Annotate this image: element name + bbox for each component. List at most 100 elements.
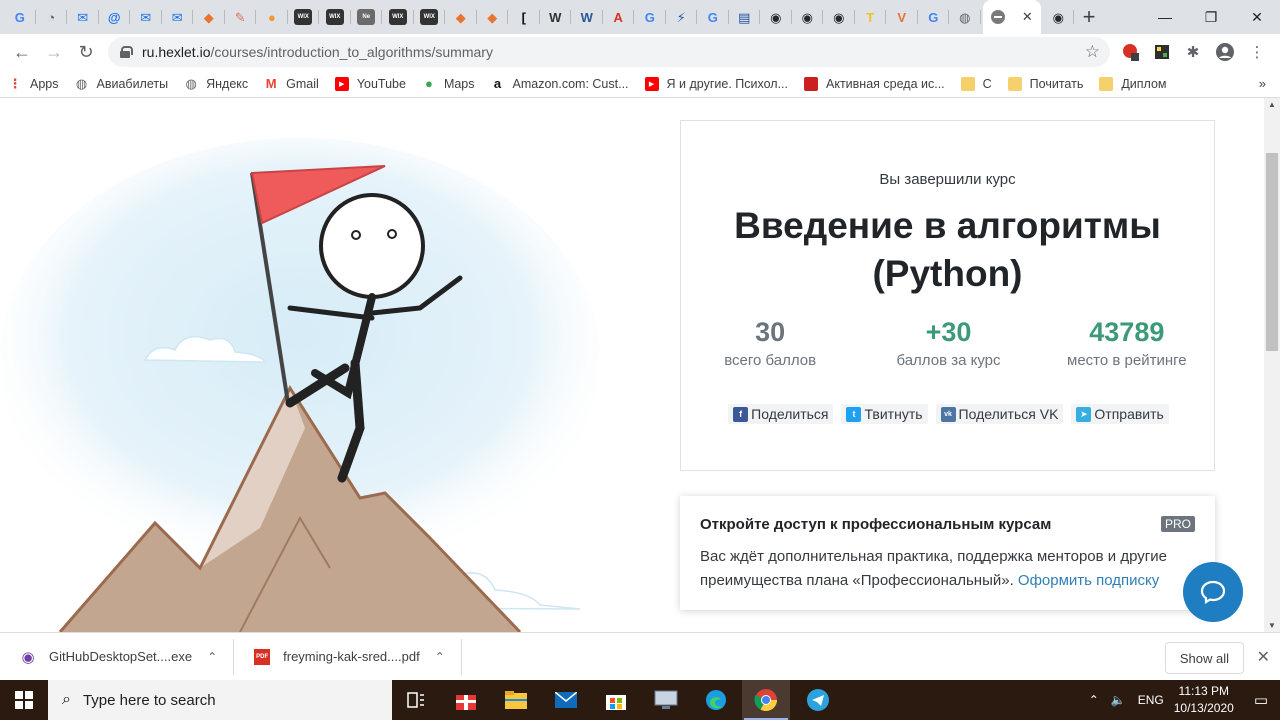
tab-30[interactable]: G [918,0,950,34]
tab-19[interactable]: W [571,0,603,34]
page-scrollbar[interactable]: ▲ ▼ [1264,98,1280,632]
download-item[interactable]: ◉ GitHubDesktopSet....exe ⌃ [0,633,235,681]
tray-chevron-icon[interactable]: ⌃ [1089,693,1099,707]
notifications-icon[interactable]: ▭ [1254,691,1268,709]
chevron-up-icon[interactable]: ⌃ [435,650,445,664]
edge-browser-icon[interactable] [692,680,740,720]
close-tab-icon[interactable]: ✕ [1022,9,1033,25]
store-icon[interactable] [592,680,640,720]
new-tab-button[interactable]: + [1074,0,1104,34]
tab-12[interactable]: Ne [351,0,383,34]
bookmark-item[interactable]: ● Maps [414,70,483,98]
gift-app-icon[interactable] [442,680,490,720]
share-button[interactable]: vk Поделиться VK [935,404,1064,424]
clock[interactable]: 11:13 PM 10/13/2020 [1174,683,1234,717]
pro-title: Откройте доступ к профессиональным курса… [700,516,1052,533]
tab-6[interactable]: ✉ [162,0,194,34]
tab-20[interactable]: A [603,0,635,34]
profile-avatar-icon[interactable] [1214,41,1236,63]
reload-button[interactable]: ↻ [70,36,102,68]
bookmark-star-icon[interactable]: ☆ [1085,42,1100,62]
tab-28[interactable]: T [855,0,887,34]
scrollbar-thumb[interactable] [1266,153,1278,351]
taskbar-search-box[interactable]: ⌕ Type here to search [48,680,392,720]
bookmark-item[interactable]: a Amazon.com: Cust... [483,70,637,98]
tab-5[interactable]: ✉ [130,0,162,34]
close-downloads-icon[interactable]: ✕ [1257,647,1270,667]
tab-8[interactable]: ✎ [225,0,257,34]
tab-active[interactable]: ✕ [982,0,1041,34]
address-bar[interactable]: ru.hexlet.io/courses/introduction_to_alg… [108,37,1110,67]
tab-29[interactable]: V [886,0,918,34]
maximize-button[interactable]: ❐ [1188,0,1234,34]
tab-25[interactable]: ◉ [760,0,792,34]
scroll-up-icon[interactable]: ▲ [1268,100,1276,109]
support-chat-button[interactable] [1183,562,1243,622]
scroll-down-icon[interactable]: ▼ [1268,621,1276,630]
show-all-downloads-button[interactable]: Show all [1164,642,1244,674]
globe-icon: ◍ [959,9,971,25]
download-item[interactable]: PDF freyming-kak-sred....pdf ⌃ [234,633,462,681]
telegram-taskbar-icon[interactable] [794,680,842,720]
file-explorer-icon[interactable] [492,680,540,720]
bookmark-item[interactable]: С [953,70,1000,98]
tab-16[interactable]: ◆ [477,0,509,34]
bookmark-item[interactable]: ▶ Я и другие. Психол... [637,70,796,98]
remote-desktop-icon[interactable] [642,680,690,720]
bookmark-label: Apps [30,76,59,91]
menu-dots-icon[interactable]: ⋮ [1246,41,1268,63]
bookmark-item[interactable]: Активная среда ис... [796,70,953,98]
tab-15[interactable]: ◆ [445,0,477,34]
start-button[interactable] [0,680,48,720]
tab-24[interactable]: ▤ [729,0,761,34]
tab-2[interactable]: ◔ [36,0,68,34]
share-button[interactable]: ➤ Отправить [1071,404,1169,424]
share-button[interactable]: t Твитнуть [841,404,928,424]
tab-18[interactable]: W [540,0,572,34]
mail-app-icon[interactable] [542,680,590,720]
bookmark-item[interactable]: Почитать [1000,70,1092,98]
extensions-puzzle-icon[interactable]: ✱ [1182,41,1204,63]
tab-31[interactable]: ◍ [949,0,981,34]
bookmarks-overflow-button[interactable]: » [1259,76,1266,91]
page-content: Вы завершили курс Введение в алгоритмы (… [0,98,1264,632]
language-indicator[interactable]: ENG [1138,693,1164,707]
tab-17[interactable]: [ [508,0,540,34]
tab-7[interactable]: ◆ [193,0,225,34]
tab-9[interactable]: ● [256,0,288,34]
tab-3[interactable]: ✉ [67,0,99,34]
minimize-button[interactable]: — [1142,0,1188,34]
url-text: ru.hexlet.io/courses/introduction_to_alg… [142,44,493,60]
github-icon: ◉ [1052,9,1064,25]
stat-item: +30 баллов за курс [859,317,1037,369]
tab-22[interactable]: ⚡ [666,0,698,34]
back-button[interactable]: ← [6,36,38,68]
volume-icon[interactable]: 🔈 [1111,693,1126,707]
bookmark-item[interactable]: ◍ Яндекс [176,70,256,98]
chrome-taskbar-icon[interactable] [742,680,790,720]
tab-23[interactable]: G [697,0,729,34]
tab-1[interactable]: G [4,0,36,34]
tab-33[interactable]: ◉ [1043,0,1075,34]
share-button[interactable]: f Поделиться [728,404,834,424]
tab-10[interactable]: WIX [288,0,320,34]
tab-14[interactable]: WIX [414,0,446,34]
subscribe-link[interactable]: Оформить подписку [1018,572,1159,589]
bookmark-item[interactable]: ▶ YouTube [327,70,414,98]
task-view-icon[interactable] [392,680,440,720]
tab-4[interactable]: @ [99,0,131,34]
tab-21[interactable]: G [634,0,666,34]
extension-red-icon[interactable] [1120,41,1142,63]
bookmark-item[interactable]: ◍ Авиабилеты [67,70,177,98]
extension-grid-icon[interactable] [1151,41,1173,63]
bookmark-item[interactable]: M Gmail [256,70,327,98]
chevron-up-icon[interactable]: ⌃ [207,650,217,664]
bookmark-item[interactable]: Диплом [1091,70,1174,98]
tab-27[interactable]: ◉ [823,0,855,34]
bookmark-item[interactable]: ⋮ Apps [0,70,67,98]
tab-26[interactable]: ◉ [792,0,824,34]
forward-button[interactable]: → [38,36,70,68]
close-window-button[interactable]: ✕ [1234,0,1280,34]
tab-11[interactable]: WIX [319,0,351,34]
tab-13[interactable]: WIX [382,0,414,34]
